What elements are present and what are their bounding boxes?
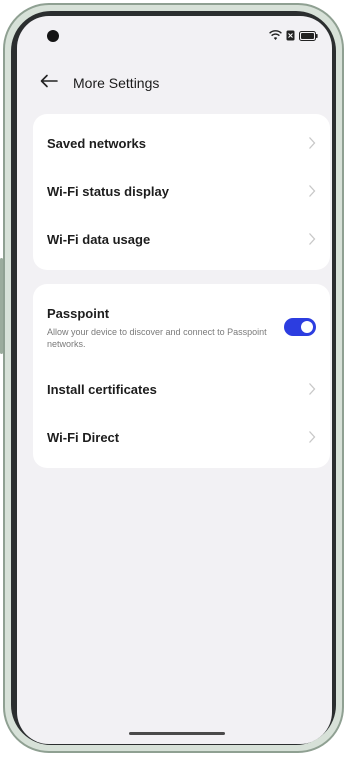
- sim-icon: [286, 28, 295, 46]
- back-button[interactable]: [37, 71, 61, 95]
- install-certificates-label: Install certificates: [47, 381, 157, 397]
- header: More Settings: [17, 68, 332, 98]
- wifi-icon: [269, 28, 282, 46]
- chevron-right-icon: [309, 185, 316, 197]
- settings-group-passpoint: Passpoint Allow your device to discover …: [33, 284, 330, 468]
- side-button: [0, 258, 3, 354]
- saved-networks-row[interactable]: Saved networks: [33, 120, 330, 166]
- chevron-right-icon: [309, 137, 316, 149]
- chevron-right-icon: [309, 431, 316, 443]
- install-certificates-row[interactable]: Install certificates: [33, 366, 330, 412]
- chevron-right-icon: [309, 233, 316, 245]
- wifi-status-display-label: Wi-Fi status display: [47, 183, 169, 199]
- page-title: More Settings: [73, 75, 160, 91]
- settings-group-networks: Saved networks Wi-Fi status display Wi-F…: [33, 114, 330, 270]
- chevron-right-icon: [309, 383, 316, 395]
- wifi-data-usage-row[interactable]: Wi-Fi data usage: [33, 216, 330, 262]
- wifi-direct-label: Wi-Fi Direct: [47, 429, 120, 445]
- home-indicator[interactable]: [129, 732, 225, 735]
- saved-networks-label: Saved networks: [47, 135, 146, 151]
- passpoint-toggle[interactable]: [284, 318, 316, 336]
- passpoint-row[interactable]: Passpoint Allow your device to discover …: [33, 294, 330, 360]
- wifi-data-usage-label: Wi-Fi data usage: [47, 231, 151, 247]
- wifi-direct-row[interactable]: Wi-Fi Direct: [33, 414, 330, 460]
- screen: More Settings Saved networks Wi-Fi statu…: [17, 16, 332, 744]
- back-arrow-icon: [40, 74, 58, 93]
- passpoint-description: Allow your device to discover and connec…: [47, 327, 267, 349]
- toggle-knob: [301, 321, 313, 333]
- wifi-status-display-row[interactable]: Wi-Fi status display: [33, 168, 330, 214]
- passpoint-label: Passpoint: [47, 306, 110, 321]
- status-icons: [269, 28, 318, 46]
- status-bar: [17, 16, 332, 56]
- battery-icon: [299, 28, 318, 46]
- camera-cutout: [47, 30, 59, 42]
